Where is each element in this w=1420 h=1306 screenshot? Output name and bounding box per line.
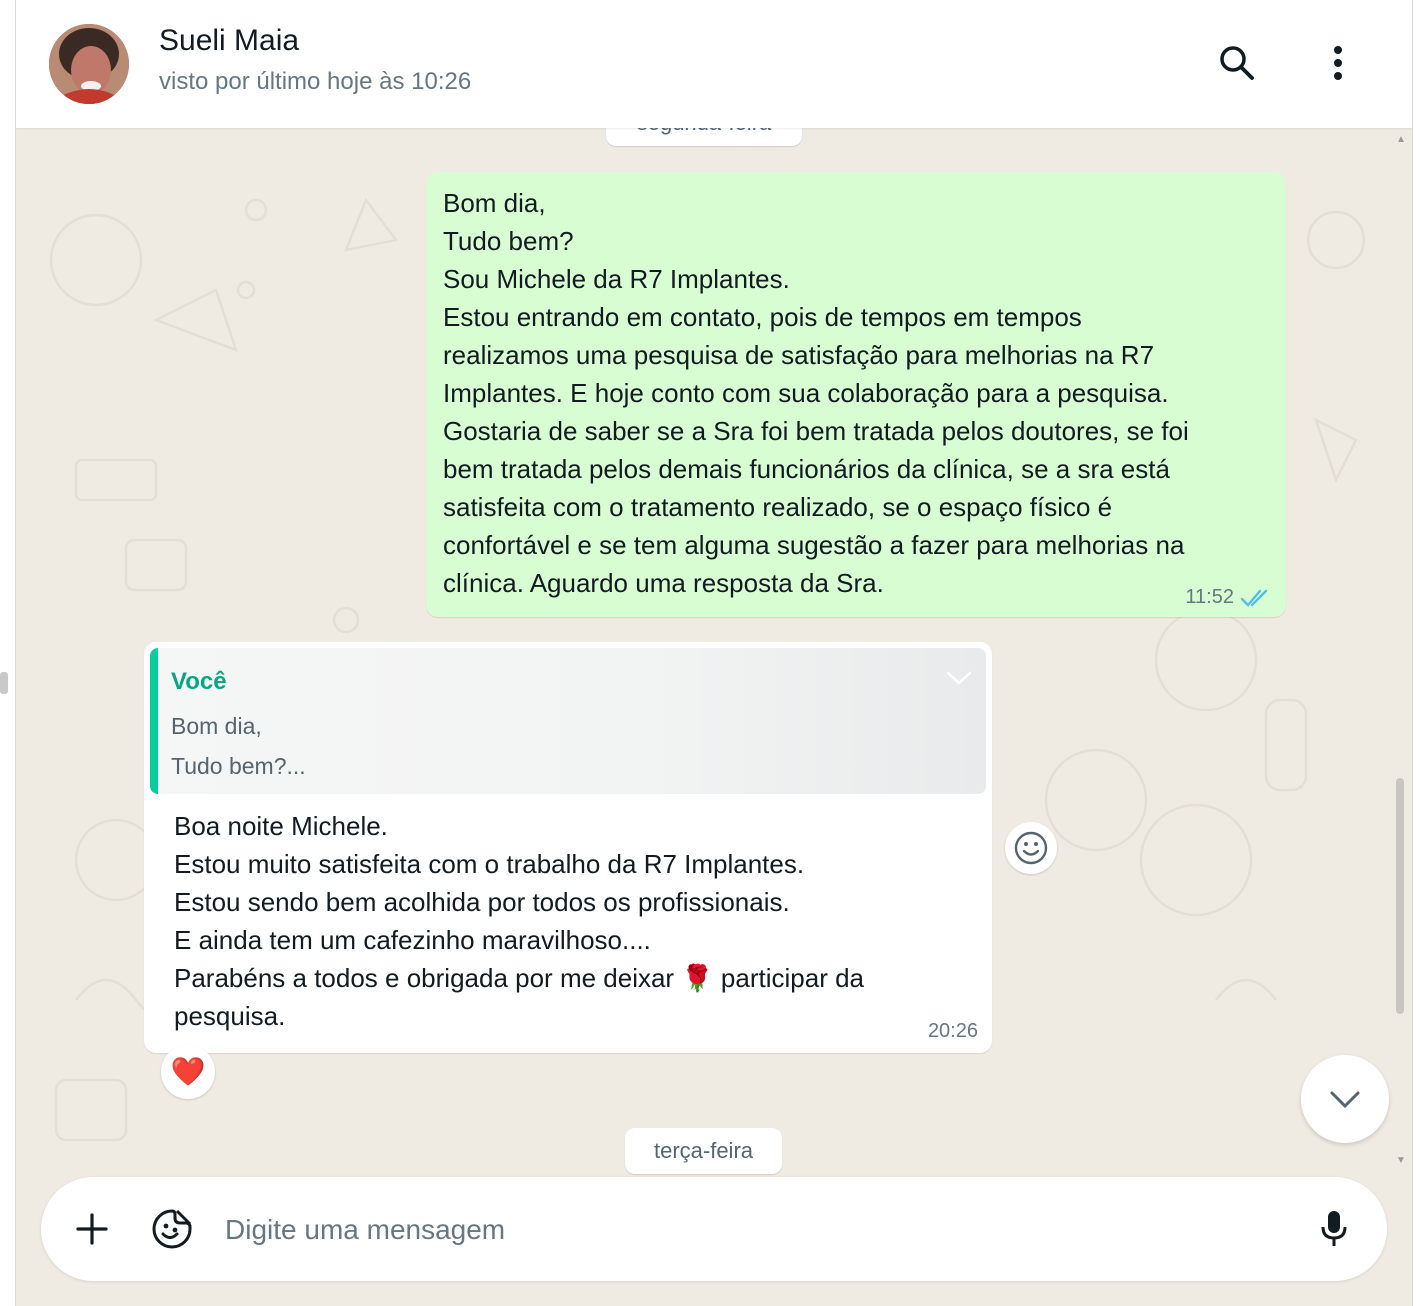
chat-header: Sueli Maia visto por último hoje às 10:2… [16,0,1412,128]
contact-name[interactable]: Sueli Maia [159,24,299,58]
menu-button[interactable] [1315,40,1361,86]
incoming-message-text: Boa noite Michele. Estou muito satisfeit… [174,807,974,1035]
double-check-read-icon [1240,589,1268,607]
message-time: 11:52 [1185,586,1234,608]
resize-handle[interactable] [0,672,8,694]
message-composer [41,1177,1387,1281]
quote-accent-bar [150,648,158,794]
search-button[interactable] [1214,40,1260,86]
scrollbar-thumb[interactable] [1396,778,1404,1014]
outgoing-message-text: Bom dia, Tudo bem? Sou Michele da R7 Imp… [443,188,1189,598]
heart-icon: ❤️ [170,1056,206,1087]
date-chip-next: terça-feira [625,1128,782,1174]
chevron-down-icon [946,671,972,685]
plus-icon [76,1213,108,1245]
message-meta: 11:52 [1185,586,1272,609]
chevron-down-icon [1330,1091,1360,1109]
scroll-up-arrow[interactable]: ▲ [1396,134,1406,145]
incoming-message-bubble[interactable]: Você Bom dia, Tudo bem?... Boa noite Mic… [144,642,992,1053]
sticker-icon [152,1209,192,1249]
quote-author: Você [171,668,227,695]
heart-reaction[interactable]: ❤️ [161,1045,215,1099]
mic-icon [1321,1211,1347,1246]
quoted-message[interactable]: Você Bom dia, Tudo bem?... [150,648,986,794]
chat-window: Sueli Maia visto por último hoje às 10:2… [15,0,1413,1306]
kebab-menu-icon [1334,46,1342,80]
message-time: 20:26 [927,1020,978,1042]
scroll-down-arrow[interactable]: ▼ [1396,1155,1406,1166]
rose-emoji: 🌹 [681,963,714,993]
outgoing-message-bubble[interactable]: Bom dia, Tudo bem? Sou Michele da R7 Imp… [426,172,1286,617]
date-chip-label: terça-feira [653,1138,754,1163]
avatar[interactable] [49,24,129,104]
message-options-button[interactable] [944,668,974,693]
add-reaction-button[interactable] [1005,822,1057,874]
attach-button[interactable] [67,1204,117,1254]
voice-message-button[interactable] [1309,1204,1359,1254]
search-icon [1220,46,1254,80]
last-seen-status: visto por último hoje às 10:26 [159,68,472,95]
message-input[interactable] [223,1204,1287,1256]
quote-text: Bom dia, Tudo bem?... [171,713,306,779]
scroll-to-bottom-button[interactable] [1301,1055,1389,1143]
sticker-button[interactable] [147,1204,197,1254]
smiley-icon [1014,831,1048,865]
